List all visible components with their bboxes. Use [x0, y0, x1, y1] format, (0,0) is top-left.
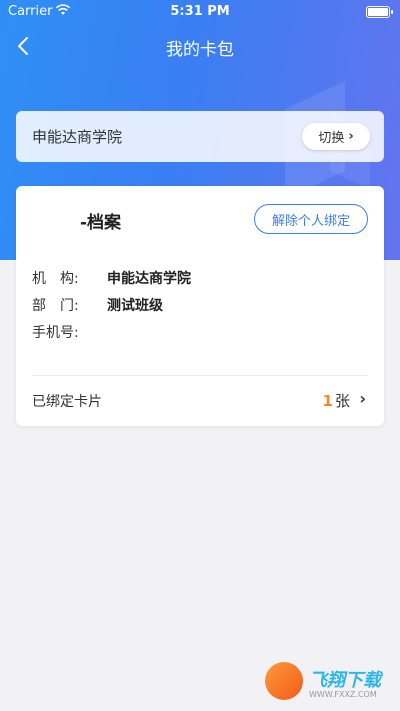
institution-name: 申能达商学院	[32, 128, 123, 146]
institution-bar: 申能达商学院 切换 ›	[16, 111, 384, 162]
switch-button[interactable]: 切换 ›	[302, 123, 370, 150]
member-card: -档案 解除个人绑定 机 构: 申能达商学院 部 门: 测试班级 手机号: 已绑…	[16, 186, 384, 426]
navigation-bar: 我的卡包	[0, 24, 400, 68]
bound-count-wrap: 1张	[323, 390, 350, 411]
switch-label: 切换	[318, 131, 345, 146]
watermark-sub: WWW.FXXZ.COM	[309, 690, 377, 699]
info-label: 部 门:	[32, 298, 79, 314]
unbind-button[interactable]: 解除个人绑定	[254, 204, 368, 234]
chevron-right-icon: ›	[348, 129, 354, 144]
card-title: -档案	[80, 213, 122, 233]
status-bar: Carrier 5:31 PM	[0, 0, 400, 24]
info-label: 机 构:	[32, 271, 79, 287]
watermark-text: 飞翔下载	[309, 670, 381, 691]
info-value: 申能达商学院	[107, 271, 191, 287]
bound-unit: 张	[334, 392, 350, 410]
bound-cards-label: 已绑定卡片	[32, 394, 102, 410]
battery-icon	[366, 6, 393, 18]
chevron-right-icon: ›	[359, 389, 366, 408]
bound-count: 1	[322, 392, 333, 410]
info-value: 测试班级	[107, 298, 163, 314]
watermark-logo	[265, 662, 303, 700]
info-label: 手机号:	[32, 325, 79, 341]
clock: 5:31 PM	[170, 4, 230, 19]
bound-cards-row[interactable]: 已绑定卡片 1张 ›	[16, 376, 384, 426]
page-title: 我的卡包	[166, 40, 234, 60]
watermark: 飞翔下载 WWW.FXXZ.COM	[265, 662, 395, 706]
